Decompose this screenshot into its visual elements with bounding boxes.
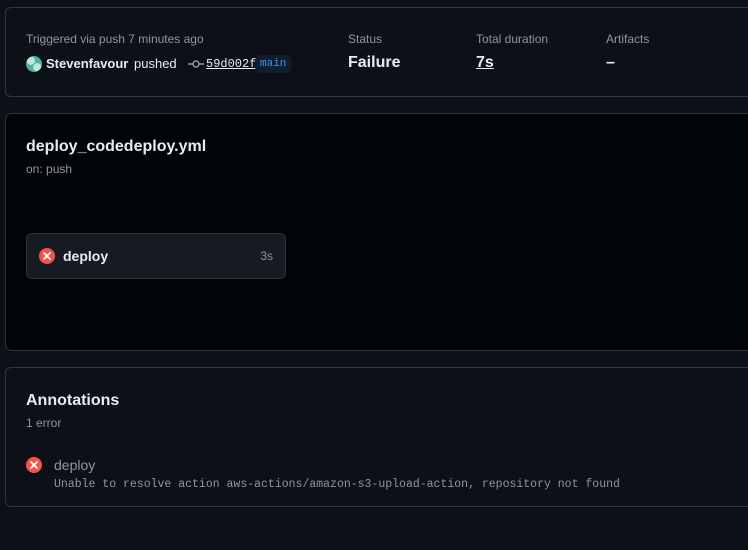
- annotations-title: Annotations: [26, 392, 120, 409]
- workflow-graph-card: deploy_codedeploy.yml on: push deploy 3s: [5, 113, 748, 351]
- annotations-card: Annotations 1 error deploy Unable to res…: [5, 367, 748, 507]
- annotation-message: Unable to resolve action aws-actions/ama…: [54, 478, 620, 491]
- error-x-icon: [26, 457, 42, 473]
- user-link[interactable]: Stevenfavour: [46, 56, 128, 71]
- status-label: Status: [348, 32, 383, 46]
- workflow-file-name: deploy_codedeploy.yml: [26, 138, 207, 155]
- job-name: deploy: [63, 248, 109, 264]
- duration-link[interactable]: 7s: [476, 54, 494, 72]
- duration-label: Total duration: [476, 32, 549, 46]
- commit-icon: [188, 60, 204, 68]
- job-card-deploy[interactable]: deploy 3s: [26, 233, 286, 279]
- annotations-count: 1 error: [26, 416, 62, 430]
- push-action-text: pushed: [134, 56, 177, 71]
- artifacts-value: –: [606, 54, 615, 71]
- artifacts-label: Artifacts: [606, 32, 650, 46]
- annotation-job-link[interactable]: deploy: [54, 457, 95, 473]
- trigger-text: Triggered via push 7 minutes ago: [26, 32, 204, 46]
- user-avatar[interactable]: [26, 56, 42, 72]
- job-duration: 3s: [260, 249, 273, 263]
- status-value: Failure: [348, 54, 401, 71]
- workflow-trigger: on: push: [26, 162, 73, 176]
- run-summary-card: Triggered via push 7 minutes ago Stevenf…: [5, 7, 748, 97]
- error-x-icon: [39, 248, 55, 264]
- branch-badge[interactable]: main: [255, 55, 292, 73]
- commit-sha-link[interactable]: 59d002f: [206, 57, 256, 71]
